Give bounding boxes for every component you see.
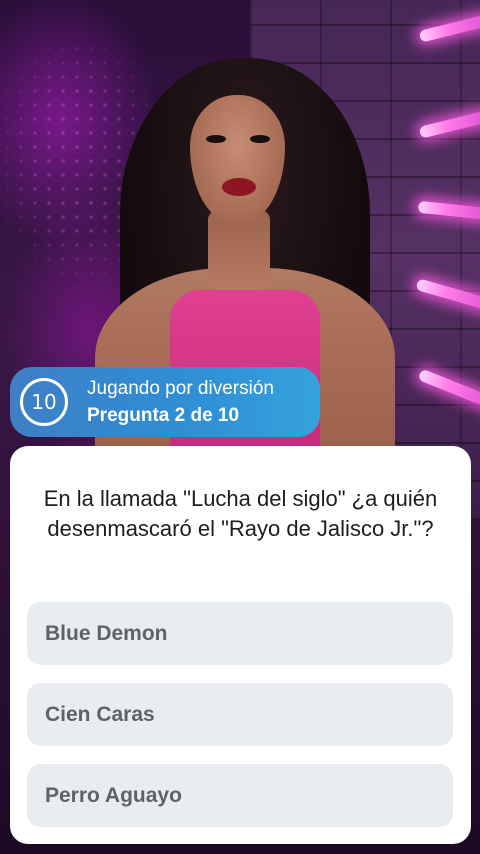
game-status-pill: 10 Jugando por diversión Pregunta 2 de 1…: [10, 367, 320, 437]
question-text: En la llamada "Lucha del siglo" ¿a quién…: [43, 486, 438, 541]
answer-option-1[interactable]: Blue Demon: [27, 602, 453, 665]
quiz-screen: 10 Jugando por diversión Pregunta 2 de 1…: [0, 0, 480, 854]
game-mode-label: Jugando por diversión: [87, 378, 274, 399]
answer-option-2[interactable]: Cien Caras: [27, 683, 453, 746]
question-progress-label: Pregunta 2 de 10: [87, 405, 240, 426]
presenter-mouth: [222, 178, 256, 196]
presenter-eye: [206, 135, 226, 143]
countdown-timer-icon: 10: [20, 378, 68, 426]
question-card: En la llamada "Lucha del siglo" ¿a quién…: [10, 446, 471, 844]
answer-option-3[interactable]: Perro Aguayo: [27, 764, 453, 827]
presenter-eye: [250, 135, 270, 143]
